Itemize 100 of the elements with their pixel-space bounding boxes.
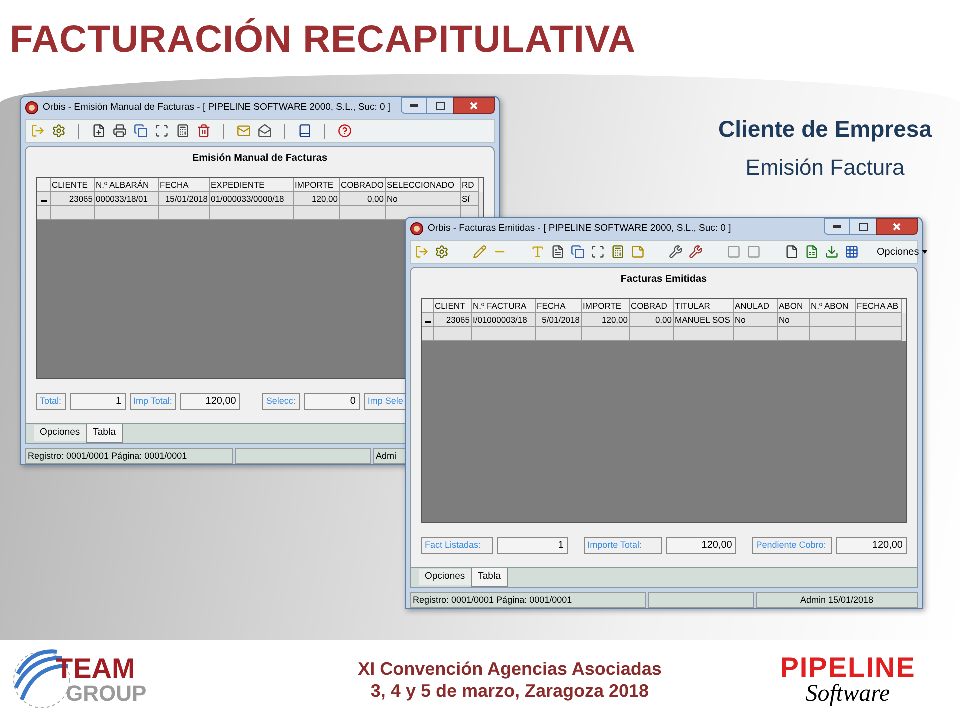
grid-icon: [845, 245, 859, 259]
table-cell: [734, 327, 778, 341]
maximize-button[interactable]: [427, 97, 453, 114]
summary-label: Pendiente Cobro:: [752, 536, 832, 554]
tab[interactable]: Tabla: [471, 568, 508, 587]
tab[interactable]: Opciones: [419, 569, 472, 585]
summary-value: 0: [304, 392, 360, 410]
scan-icon: [591, 245, 605, 259]
tab[interactable]: Tabla: [86, 424, 123, 443]
wrench-icon: [689, 245, 703, 259]
status-bar-segment: Registro: 0001/0001 Página: 0001/0001: [410, 592, 646, 608]
toolbar-button[interactable]: [845, 244, 859, 260]
status-bar-segment: Registro: 0001/0001 Página: 0001/0001: [25, 448, 233, 464]
toolbar-button[interactable]: [551, 244, 565, 260]
toolbar-button[interactable]: [337, 124, 352, 138]
panel-title: Emisión Manual de Facturas: [191, 152, 329, 166]
subtitle-text: Emisión Factura: [746, 154, 905, 182]
exit-icon: [415, 245, 429, 259]
minimize-button[interactable]: [824, 218, 850, 235]
maximize-icon: [858, 222, 868, 230]
copy-icon: [571, 245, 585, 259]
copy-icon: [134, 124, 148, 138]
event-text: 3, 4 y 5 de marzo, Zaragoza 2018: [370, 680, 650, 702]
maximize-icon: [436, 102, 444, 110]
table-cell: [582, 327, 630, 341]
help-icon: [338, 124, 352, 138]
toolbar-button[interactable]: [669, 244, 683, 260]
book-icon: [298, 124, 312, 138]
table-cell: [51, 206, 95, 220]
toolbar-button[interactable]: [297, 124, 312, 138]
note-icon: [631, 245, 645, 259]
pencil-icon: [473, 245, 487, 259]
summary-label: Fact Listadas:: [421, 536, 493, 554]
calculator-icon: [611, 245, 625, 259]
caret-icon: [922, 250, 928, 254]
envelope-icon: [236, 124, 250, 138]
table-cell: [856, 327, 902, 341]
table-cell: [472, 327, 536, 341]
toolbar-button[interactable]: [51, 124, 66, 138]
logo-text: TEAM: [56, 655, 136, 683]
gear-icon: [52, 124, 66, 138]
logo-text: Software: [806, 682, 890, 706]
gear-icon: [435, 245, 449, 259]
toolbar-button[interactable]: [571, 244, 585, 260]
table-cell: [674, 327, 734, 341]
subtitle-heading: Cliente de Empresa: [718, 115, 932, 144]
logo-text: PIPELINE: [780, 654, 916, 682]
toolbar-button[interactable]: [825, 244, 839, 260]
event-text: XI Convención Agencias Asociadas: [358, 658, 662, 680]
table-cell: [95, 206, 159, 220]
app-logo-icon: [410, 222, 424, 236]
slide-title: FACTURACIÓN RECAPITULATIVA: [10, 17, 636, 63]
table-cell: [159, 206, 210, 220]
summary-label: Total:: [36, 392, 66, 410]
close-button[interactable]: [876, 218, 918, 235]
panel-title: Facturas Emitidas: [620, 273, 708, 287]
printer-icon: [112, 124, 126, 138]
trash-icon: [196, 124, 210, 138]
text-cursor-icon: [531, 245, 545, 259]
summary-label: Imp Total:: [130, 392, 176, 410]
table-cell: [810, 327, 856, 341]
open-envelope-icon: [258, 124, 272, 138]
toolbar-button[interactable]: [785, 244, 799, 260]
toolbar-button[interactable]: [196, 124, 211, 138]
toolbar-button[interactable]: [611, 244, 625, 260]
toolbar-button[interactable]: [591, 244, 605, 260]
toolbar-button[interactable]: [435, 244, 449, 260]
options-menu-button[interactable]: Opciones: [877, 244, 928, 260]
toolbar-button[interactable]: [112, 124, 127, 138]
calculator-icon: [176, 124, 190, 138]
new-document-icon: [92, 124, 106, 138]
toolbar-button[interactable]: [133, 124, 148, 138]
close-icon: [893, 222, 901, 230]
summary-label: Selecc:: [262, 392, 300, 410]
summary-value: 120,00: [836, 536, 907, 554]
table-cell: [630, 327, 674, 341]
tab[interactable]: Opciones: [34, 425, 86, 441]
summary-label: Importe Total:: [584, 536, 662, 554]
status-bar-segment: Admin 15/01/2018: [756, 592, 918, 608]
scan-icon: [154, 124, 168, 138]
app-logo-icon: [25, 101, 39, 115]
toolbar-button[interactable]: [805, 244, 819, 260]
minimize-icon: [833, 225, 841, 228]
maximize-button[interactable]: [850, 218, 876, 235]
minimize-button[interactable]: [401, 97, 427, 114]
toolbar-button[interactable]: [257, 124, 272, 138]
close-icon: [470, 102, 478, 110]
logo-text: GROUP: [66, 683, 147, 705]
square-icon: [747, 245, 761, 259]
exit-icon: [30, 124, 44, 138]
table-cell: [294, 206, 340, 220]
summary-value: 120,00: [180, 392, 240, 410]
square-icon: [727, 245, 741, 259]
toolbar-button[interactable]: [689, 244, 703, 260]
table-cell: [778, 327, 810, 341]
file-icon: [785, 245, 799, 259]
toolbar-button[interactable]: [91, 124, 106, 138]
toolbar-button[interactable]: [175, 124, 190, 138]
toolbar-button[interactable]: [154, 124, 169, 138]
close-button[interactable]: [453, 97, 495, 114]
